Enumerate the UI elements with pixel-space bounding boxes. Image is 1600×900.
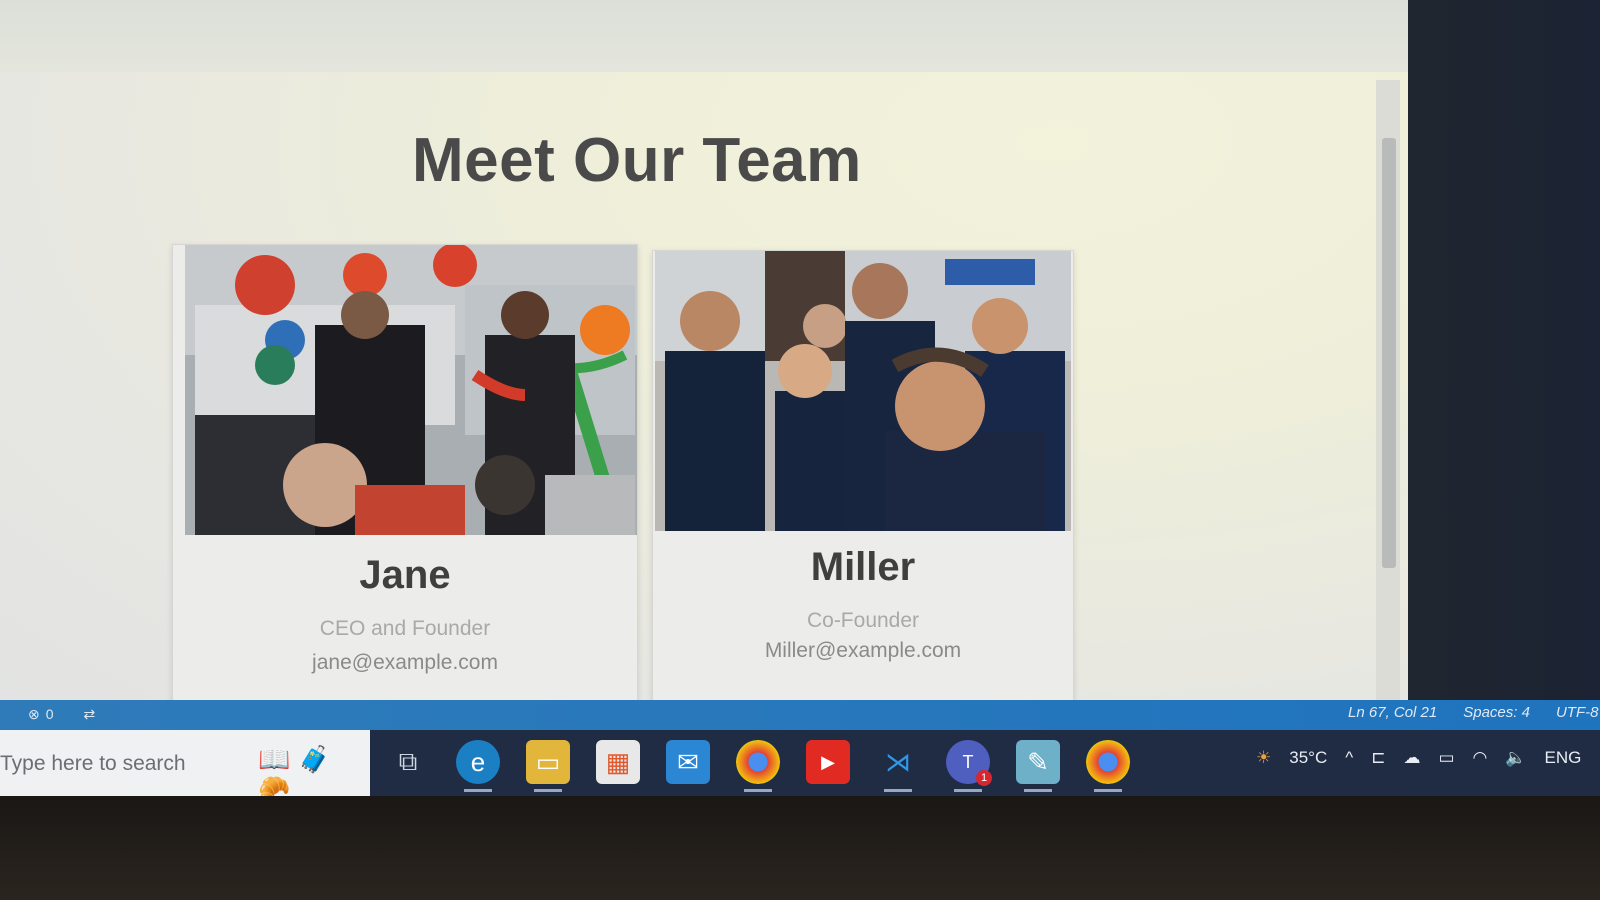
page-header-band [0,0,1408,72]
vscode-status-bar: ⊗ 0 ⇄ Ln 67, Col 21 Spaces: 4 UTF-8 [0,700,1600,730]
chrome-icon[interactable] [736,740,780,792]
weather-temperature[interactable]: 35°C [1289,748,1327,768]
language-indicator[interactable]: ENG [1545,748,1582,768]
wifi-icon[interactable]: ◠ [1473,748,1488,768]
vscode-icon[interactable]: ⋊ [876,740,920,792]
edge-icon[interactable]: e [456,740,500,792]
team-card-miller: Miller Co-Founder Miller@example.com [652,250,1074,702]
web-page: Meet Our Team Jane CEO and Founder jane@… [0,0,1408,714]
editor-background [1408,0,1600,700]
live-share-icon[interactable]: ⇄ [84,706,96,723]
monitor-bezel [0,796,1600,900]
problems-indicator[interactable]: ⊗ 0 [28,706,54,723]
page-title: Meet Our Team [412,126,862,195]
volume-icon[interactable]: 🔈 [1505,748,1526,768]
indentation-setting[interactable]: Spaces: 4 [1463,704,1530,721]
teams-badge: 1 [976,770,992,786]
member-name: Miller [810,545,916,589]
team-card-jane: Jane CEO and Founder jane@example.com [172,244,638,706]
error-icon: ⊗ [28,706,40,722]
chevron-up-icon[interactable]: ^ [1345,748,1353,768]
battery-icon[interactable]: ▭ [1438,748,1454,768]
weather-icon[interactable]: ☀ [1256,748,1271,768]
file-explorer-icon[interactable]: ▭ [526,740,570,792]
notepad-icon[interactable]: ✎ [1016,740,1060,792]
chrome-icon[interactable] [1086,740,1130,792]
member-role: CEO and Founder [319,617,491,640]
onedrive-icon[interactable]: ☁ [1403,748,1420,768]
member-role: Co-Founder [806,609,920,632]
usb-icon[interactable]: ⊏ [1371,748,1385,768]
task-view-icon[interactable]: ⧉ [386,740,430,784]
youtube-icon[interactable]: ▶ [806,740,850,784]
monitor-screen: Meet Our Team Jane CEO and Founder jane@… [0,0,1600,812]
member-name: Jane [359,553,451,597]
team-photo-miller [655,251,1071,531]
scrollbar-thumb[interactable] [1382,138,1396,568]
windows-taskbar: Type here to search 📖🧳🥐 ⧉ e ▭ ▦ ✉ ▶ ⋊ T1… [0,730,1600,805]
cursor-position[interactable]: Ln 67, Col 21 [1348,704,1437,721]
taskbar-search-box[interactable]: Type here to search 📖🧳🥐 [0,730,370,805]
search-placeholder: Type here to search [0,752,186,775]
problems-count: 0 [45,706,54,722]
mail-icon[interactable]: ✉ [666,740,710,784]
teams-icon[interactable]: T1 [946,740,992,792]
file-encoding[interactable]: UTF-8 [1556,704,1599,721]
microsoft-store-icon[interactable]: ▦ [596,740,640,784]
member-email[interactable]: Miller@example.com [653,639,1073,663]
system-tray: ☀ 35°C ^ ⊏ ☁ ▭ ◠ 🔈 ENG [1256,748,1581,768]
team-photo-jane [185,245,637,535]
member-email[interactable]: jane@example.com [173,651,637,675]
